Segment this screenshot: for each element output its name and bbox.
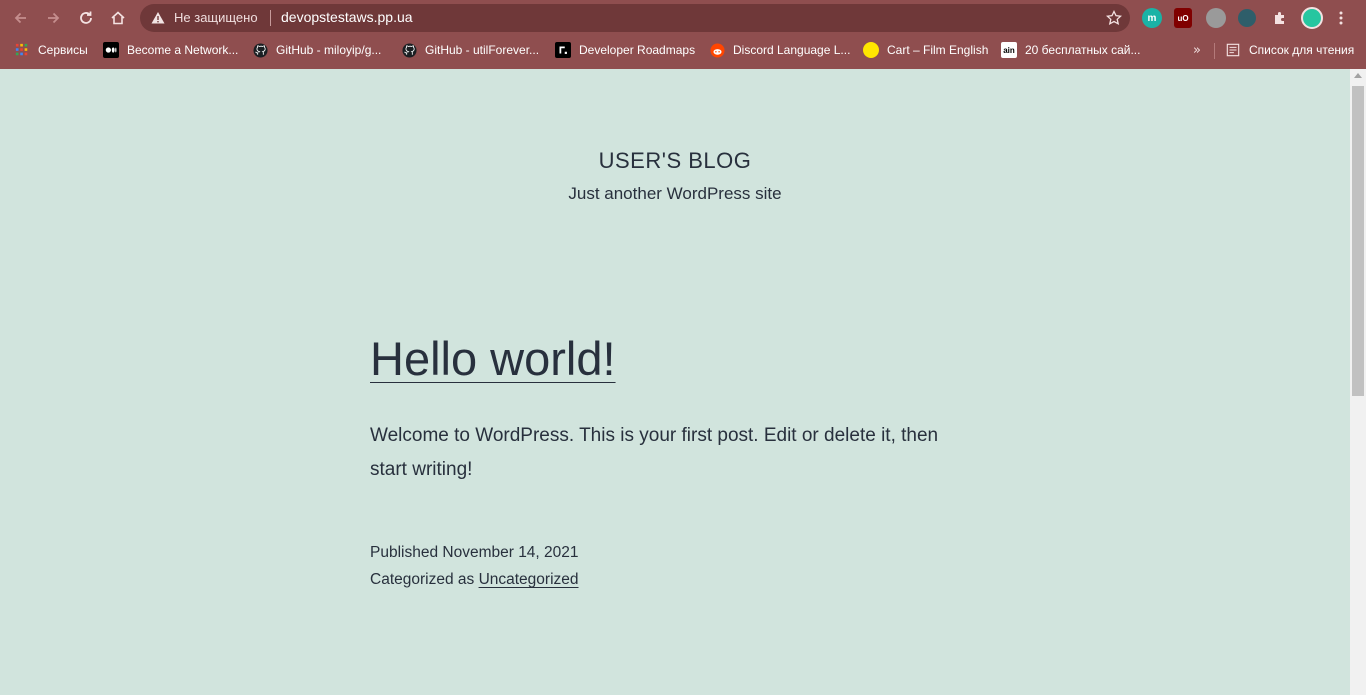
- bookmark-developer-roadmaps[interactable]: Developer Roadmaps: [555, 40, 695, 60]
- bookmarks-bar: Сервисы Become a Network... GitHub - mil…: [0, 36, 1366, 64]
- reading-list-icon: [1225, 42, 1241, 58]
- bookmark-label: Cart – Film English: [887, 43, 989, 57]
- post-body: Welcome to WordPress. This is your first…: [370, 425, 939, 480]
- bookmark-label: GitHub - miloyip/g...: [276, 43, 382, 57]
- categories-line: Categorized as Uncategorized: [370, 566, 579, 593]
- reading-list-button[interactable]: Список для чтения: [1225, 40, 1354, 60]
- yellow-circle-icon: [863, 42, 879, 58]
- roadmap-icon: [555, 42, 571, 58]
- medium-icon: [103, 42, 119, 58]
- apps-grid-icon: [14, 42, 30, 58]
- reload-icon[interactable]: [75, 7, 97, 29]
- published-date: Published November 14, 2021: [370, 544, 579, 561]
- forward-arrow-icon[interactable]: [42, 7, 64, 29]
- home-icon[interactable]: [107, 7, 129, 29]
- bookmark-label: Developer Roadmaps: [579, 43, 696, 57]
- github-icon: [401, 42, 417, 58]
- reading-list-label: Список для чтения: [1249, 43, 1355, 57]
- scroll-thumb[interactable]: [1352, 86, 1364, 396]
- bookmark-services[interactable]: Сервисы: [14, 40, 88, 60]
- bookmark-label: Сервисы: [38, 43, 88, 57]
- menu-dots-icon[interactable]: [1335, 8, 1347, 28]
- url-text[interactable]: devopstestaws.pp.ua: [281, 9, 413, 25]
- browser-toolbar: Не защищено devopstestaws.pp.ua m uO: [0, 0, 1366, 36]
- extension-dark-icon[interactable]: [1238, 9, 1256, 27]
- ain-icon: ain: [1001, 42, 1017, 58]
- bookmark-free-sites[interactable]: ain 20 бесплатных сай...: [1001, 40, 1140, 60]
- extension-m-icon[interactable]: m: [1142, 8, 1162, 28]
- profile-avatar-icon[interactable]: [1301, 7, 1323, 29]
- security-status[interactable]: Не защищено: [174, 10, 258, 25]
- bookmark-github-utilforever[interactable]: GitHub - utilForever...: [401, 40, 539, 60]
- bookmark-discord-language[interactable]: Discord Language L...: [709, 40, 850, 60]
- page-scrollbar[interactable]: [1350, 69, 1366, 695]
- site-description: Just another WordPress site: [568, 184, 782, 203]
- address-separator: [270, 10, 271, 26]
- post-meta: Published November 14, 2021 Categorized …: [370, 539, 579, 593]
- warning-icon[interactable]: [151, 11, 165, 25]
- browser-chrome: Не защищено devopstestaws.pp.ua m uO Сер…: [0, 0, 1366, 69]
- ublock-icon[interactable]: uO: [1174, 8, 1192, 28]
- address-bar[interactable]: Не защищено devopstestaws.pp.ua: [140, 4, 1130, 32]
- reddit-icon: [709, 42, 725, 58]
- puzzle-icon[interactable]: [1270, 8, 1290, 28]
- bookmarks-overflow-chevron[interactable]: »: [1193, 43, 1201, 58]
- page-content: USER'S BLOG Just another WordPress site …: [0, 69, 1350, 695]
- bookmark-label: Discord Language L...: [733, 43, 851, 57]
- extension-gray-icon[interactable]: [1206, 8, 1226, 28]
- categories-prefix: Categorized as: [370, 571, 479, 588]
- site-title[interactable]: USER'S BLOG: [0, 148, 1350, 174]
- bookmark-label: 20 бесплатных сай...: [1025, 43, 1141, 57]
- bookmark-github-miloyip[interactable]: GitHub - miloyip/g...: [252, 40, 381, 60]
- github-icon: [252, 42, 268, 58]
- bookmark-label: GitHub - utilForever...: [425, 43, 540, 57]
- category-link[interactable]: Uncategorized: [479, 571, 579, 588]
- bookmark-film-english[interactable]: Cart – Film English: [863, 40, 988, 60]
- bookmark-become-network[interactable]: Become a Network...: [103, 40, 238, 60]
- bookmark-star-icon[interactable]: [1106, 10, 1122, 26]
- scroll-up-arrow-icon[interactable]: [1354, 73, 1362, 78]
- bookmark-label: Become a Network...: [127, 43, 239, 57]
- back-arrow-icon[interactable]: [10, 7, 32, 29]
- post-title-link[interactable]: Hello world!: [370, 331, 616, 386]
- bookmarks-separator: [1214, 43, 1215, 59]
